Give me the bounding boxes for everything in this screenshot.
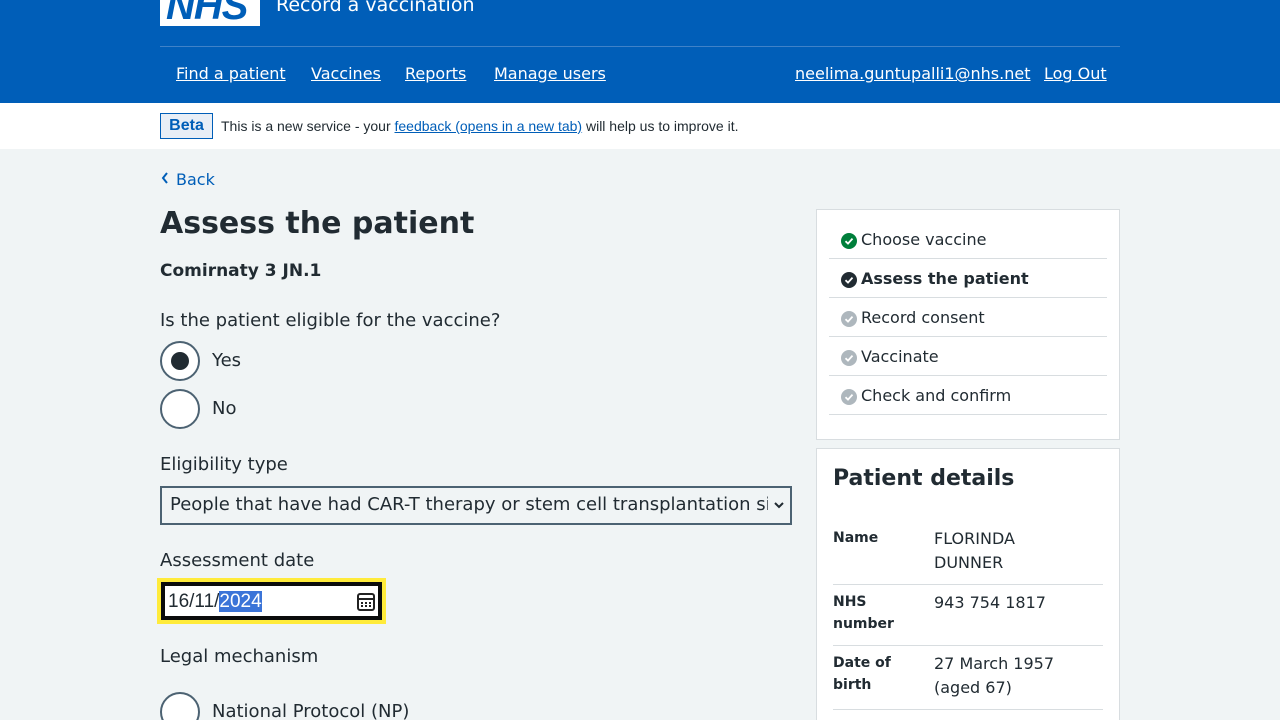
legal-np-label[interactable]: National Protocol (NP) (212, 700, 409, 720)
assessment-date-label: Assessment date (160, 550, 315, 571)
tick-circle-icon (841, 311, 857, 327)
patient-nhs-row: NHS number 943 754 1817 (833, 591, 1103, 646)
patient-name-row: Name FLORINDA DUNNER (833, 527, 1103, 585)
beta-tag: Beta (160, 113, 213, 139)
legal-mechanism-label: Legal mechanism (160, 646, 319, 667)
chevron-down-icon (768, 488, 790, 523)
tick-circle-icon (841, 350, 857, 366)
patient-details-title: Patient details (833, 466, 1015, 491)
tick-circle-icon (841, 272, 857, 288)
legal-np-radio[interactable] (160, 692, 200, 720)
step-check-and-confirm[interactable]: Check and confirm (829, 376, 1107, 415)
name-value: FLORINDA DUNNER (934, 529, 1015, 572)
calendar-icon[interactable] (357, 593, 375, 611)
nav-manage-users[interactable]: Manage users (494, 63, 606, 85)
dob-value: 27 March 1957 (aged 67) (934, 654, 1055, 697)
step-assess-the-patient[interactable]: Assess the patient (829, 259, 1107, 298)
eligibility-type-select[interactable]: People that have had CAR-T therapy or st… (160, 486, 792, 525)
step-label: Record consent (861, 308, 985, 327)
eligibility-type-label: Eligibility type (160, 454, 288, 475)
eligibility-question: Is the patient eligible for the vaccine? (160, 310, 501, 331)
beta-text-before: This is a new service - your (221, 118, 391, 134)
step-label: Assess the patient (861, 269, 1029, 288)
eligible-no-label[interactable]: No (212, 397, 236, 421)
user-account-link[interactable]: neelima.guntupalli1@nhs.net (795, 63, 1030, 85)
assessment-date-input[interactable]: 16/11/2024 (161, 582, 382, 620)
eligible-yes-label[interactable]: Yes (212, 349, 241, 373)
site-header: NHS Record a vaccination Find a patient … (0, 0, 1280, 103)
beta-text-after: will help us to improve it. (585, 118, 739, 134)
date-year-selected: 2024 (219, 591, 262, 612)
service-name[interactable]: Record a vaccination (276, 0, 475, 16)
nhs-number-value: 943 754 1817 (934, 593, 1046, 612)
patient-dob-row: Date of birth 27 March 1957 (aged 67) (833, 652, 1103, 710)
step-label: Check and confirm (861, 386, 1012, 405)
step-choose-vaccine[interactable]: Choose vaccine (829, 220, 1107, 259)
back-link[interactable]: Back (160, 169, 215, 191)
nav-find-a-patient[interactable]: Find a patient (176, 63, 286, 85)
eligibility-type-value: People that have had CAR-T therapy or st… (170, 494, 790, 515)
beta-banner: Beta This is a new service - your feedba… (0, 103, 1280, 149)
nhs-number-key: NHS number (833, 594, 894, 632)
date-day-month: 16/11/ (168, 591, 220, 612)
nhs-logo[interactable]: NHS (160, 0, 260, 26)
chevron-left-icon (160, 169, 176, 191)
assessment-date-value: 16/11/2024 (168, 589, 262, 614)
step-vaccinate[interactable]: Vaccinate (829, 337, 1107, 376)
dob-key: Date of birth (833, 655, 891, 693)
page-title: Assess the patient (160, 206, 475, 241)
task-list-card: Choose vaccine Assess the patient Record… (816, 209, 1120, 440)
name-key: Name (833, 530, 879, 546)
patient-details-card: Patient details Name FLORINDA DUNNER NHS… (816, 448, 1120, 720)
header-divider (160, 46, 1120, 47)
step-record-consent[interactable]: Record consent (829, 298, 1107, 337)
back-label: Back (176, 170, 215, 189)
nav-reports[interactable]: Reports (405, 63, 466, 85)
step-label: Choose vaccine (861, 230, 987, 249)
vaccine-name: Comirnaty 3 JN.1 (160, 261, 322, 281)
beta-message: This is a new service - your feedback (o… (221, 118, 738, 135)
nav-vaccines[interactable]: Vaccines (311, 63, 381, 85)
eligible-yes-radio[interactable] (160, 341, 200, 381)
logout-link[interactable]: Log Out (1044, 63, 1107, 85)
nhs-logo-text: NHS (166, 0, 248, 28)
step-label: Vaccinate (861, 347, 939, 366)
feedback-link[interactable]: feedback (opens in a new tab) (395, 118, 583, 134)
eligible-no-radio[interactable] (160, 389, 200, 429)
tick-circle-icon (841, 389, 857, 405)
tick-circle-icon (841, 233, 857, 249)
